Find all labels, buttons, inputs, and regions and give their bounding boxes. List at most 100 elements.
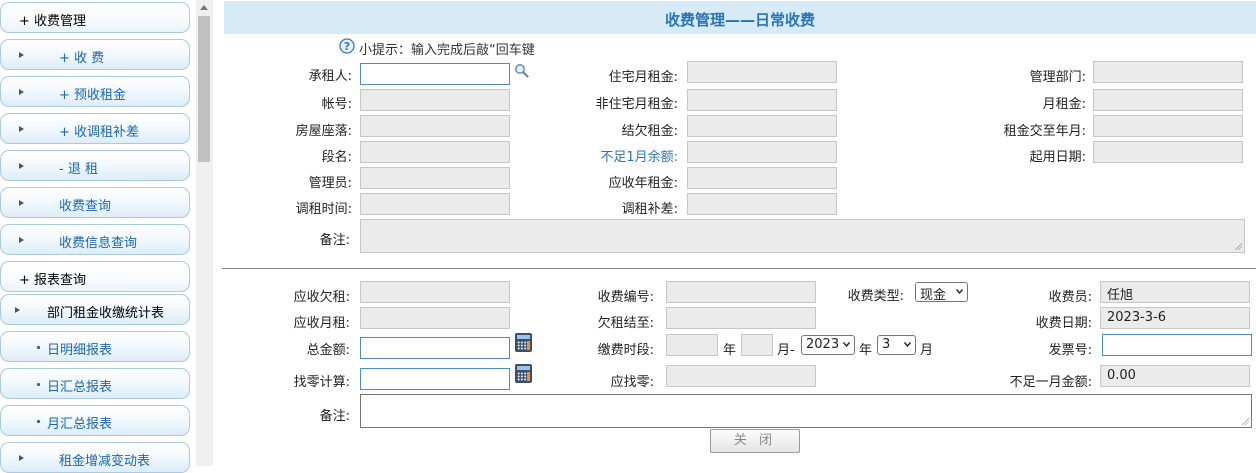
nav-group-fee-management[interactable]: + 收费管理 <box>0 2 190 33</box>
total-amount-input[interactable] <box>360 337 510 359</box>
nav-label: 月汇总报表 <box>47 417 113 432</box>
balance-label: 不足1月余额: <box>600 150 678 165</box>
scroll-thumb[interactable] <box>198 16 210 162</box>
nav-label: 租金增减变动表 <box>59 454 151 469</box>
nav-label: 收费查询 <box>59 199 112 214</box>
bullet-icon <box>37 420 40 423</box>
fee-date-label: 收费日期: <box>1035 316 1092 331</box>
period-end-year-select[interactable]: 2023 <box>801 335 855 355</box>
nav-label: 收费信息查询 <box>59 236 138 251</box>
chevron-right-icon <box>19 200 24 206</box>
adjust-time-label: 调租时间: <box>295 202 352 217</box>
nav-label: 日明细报表 <box>47 343 113 358</box>
nav-group-reports[interactable]: + 报表查询 <box>0 261 190 292</box>
monthly-rent-field <box>1093 89 1243 111</box>
tenant-label: 承租人: <box>308 69 352 84</box>
adjust-diff-field <box>687 193 837 215</box>
page-title: 收费管理——日常收费 <box>664 11 815 29</box>
chevron-right-icon <box>19 455 24 461</box>
period-end-month-select[interactable]: 3 <box>877 335 916 355</box>
owed-rent-label: 结欠租金: <box>621 124 678 139</box>
address-field <box>360 115 510 137</box>
period-start-month-field[interactable] <box>741 334 773 356</box>
section-divider <box>222 268 1256 269</box>
nav-item-prepaid-rent[interactable]: + 预收租金 <box>0 76 190 107</box>
adjust-diff-label: 调租补差: <box>621 202 678 217</box>
tenant-remark-label: 备注: <box>319 233 350 248</box>
owed-until-label: 欠租结至: <box>597 316 654 331</box>
year-unit-label: 年 <box>723 343 737 358</box>
nav-label: + 收费管理 <box>19 14 87 29</box>
annual-rent-label: 应收年租金: <box>608 176 678 191</box>
nav-item-daily-detail-report[interactable]: 日明细报表 <box>0 331 190 362</box>
total-amount-label: 总金额: <box>306 343 350 358</box>
payment-remark-label: 备注: <box>319 409 350 424</box>
nav-label: + 报表查询 <box>19 273 87 288</box>
tenant-remark-field <box>360 219 1245 253</box>
residential-rent-field <box>687 61 837 83</box>
account-field <box>360 89 510 111</box>
nav-item-dept-rent-report[interactable]: 部门租金收缴统计表 <box>0 294 190 325</box>
nav-item-rent-change-report[interactable]: 租金增减变动表 <box>0 442 190 473</box>
monthly-due-field <box>360 307 510 329</box>
nav-item-fee-query[interactable]: 收费查询 <box>0 187 190 218</box>
svg-text:?: ? <box>344 40 350 53</box>
start-date-field <box>1093 141 1243 163</box>
nav-item-fee-info-query[interactable]: 收费信息查询 <box>0 224 190 255</box>
close-button[interactable]: 关 闭 <box>710 429 800 453</box>
balance-field <box>687 141 837 163</box>
month-to-label: 月- <box>777 343 795 358</box>
owed-rent-field <box>687 115 837 137</box>
hint-text: 小提示：输入完成后敲“回车键 <box>359 43 535 58</box>
fee-number-field <box>666 281 816 303</box>
tenant-input[interactable] <box>360 63 510 85</box>
account-label: 帐号: <box>321 97 352 112</box>
sidebar-scrollbar[interactable] <box>196 0 213 466</box>
nav-label: + 预收租金 <box>59 88 127 103</box>
scroll-up-arrow-icon[interactable] <box>200 5 208 10</box>
section-field <box>360 141 510 163</box>
main-panel: 收费管理——日常收费 ? 小提示：输入完成后敲“回车键 承租人: 帐号: 房屋座… <box>222 0 1256 466</box>
shortfall-field: 0.00 <box>1100 365 1250 387</box>
nav-label: 部门租金收缴统计表 <box>47 306 165 321</box>
start-date-label: 起用日期: <box>1029 150 1086 165</box>
nav-label: + 收 费 <box>59 51 105 66</box>
chevron-right-icon <box>15 307 20 313</box>
chevron-right-icon <box>19 163 24 169</box>
nav-label: + 收调租补差 <box>59 125 140 140</box>
chevron-right-icon <box>19 126 24 132</box>
chevron-down-icon <box>843 342 850 347</box>
chevron-right-icon <box>19 89 24 95</box>
invoice-label: 发票号: <box>1048 343 1092 358</box>
invoice-input[interactable] <box>1102 334 1252 356</box>
paid-until-label: 租金交至年月: <box>1003 124 1086 139</box>
owed-due-field <box>360 281 510 303</box>
section-label: 段名: <box>321 150 352 165</box>
adjust-time-field <box>360 193 510 215</box>
bullet-icon <box>37 346 40 349</box>
change-calc-input[interactable] <box>360 368 510 390</box>
cashier-field: 任旭 <box>1100 281 1250 303</box>
payment-period-label: 缴费时段: <box>597 343 654 358</box>
fee-number-label: 收费编号: <box>597 290 654 305</box>
change-due-field <box>666 365 816 387</box>
period-start-year-field[interactable] <box>666 334 718 356</box>
cashier-label: 收费员: <box>1048 290 1092 305</box>
annual-rent-field <box>687 167 837 189</box>
nav-item-rent-adjust[interactable]: + 收调租补差 <box>0 113 190 144</box>
fee-date-field: 2023-3-6 <box>1100 307 1250 329</box>
owed-until-field <box>666 307 816 329</box>
payment-remark-input[interactable] <box>360 394 1252 428</box>
nav-item-charge[interactable]: + 收 费 <box>0 39 190 70</box>
monthly-due-label: 应收月租: <box>293 316 350 331</box>
nav-item-monthly-summary-report[interactable]: 月汇总报表 <box>0 405 190 436</box>
nav-label: - 退 租 <box>59 162 98 177</box>
sidebar: + 收费管理 + 收 费 + 预收租金 + 收调租补差 - 退 租 收费查询 收… <box>0 0 214 473</box>
address-label: 房屋座落: <box>295 124 352 139</box>
nonresidential-rent-field <box>687 89 837 111</box>
nav-item-refund[interactable]: - 退 租 <box>0 150 190 181</box>
paid-until-field <box>1093 115 1243 137</box>
nav-item-daily-summary-report[interactable]: 日汇总报表 <box>0 368 190 399</box>
manager-field <box>360 167 510 189</box>
nonresidential-rent-label: 非住宅月租金: <box>595 97 678 112</box>
